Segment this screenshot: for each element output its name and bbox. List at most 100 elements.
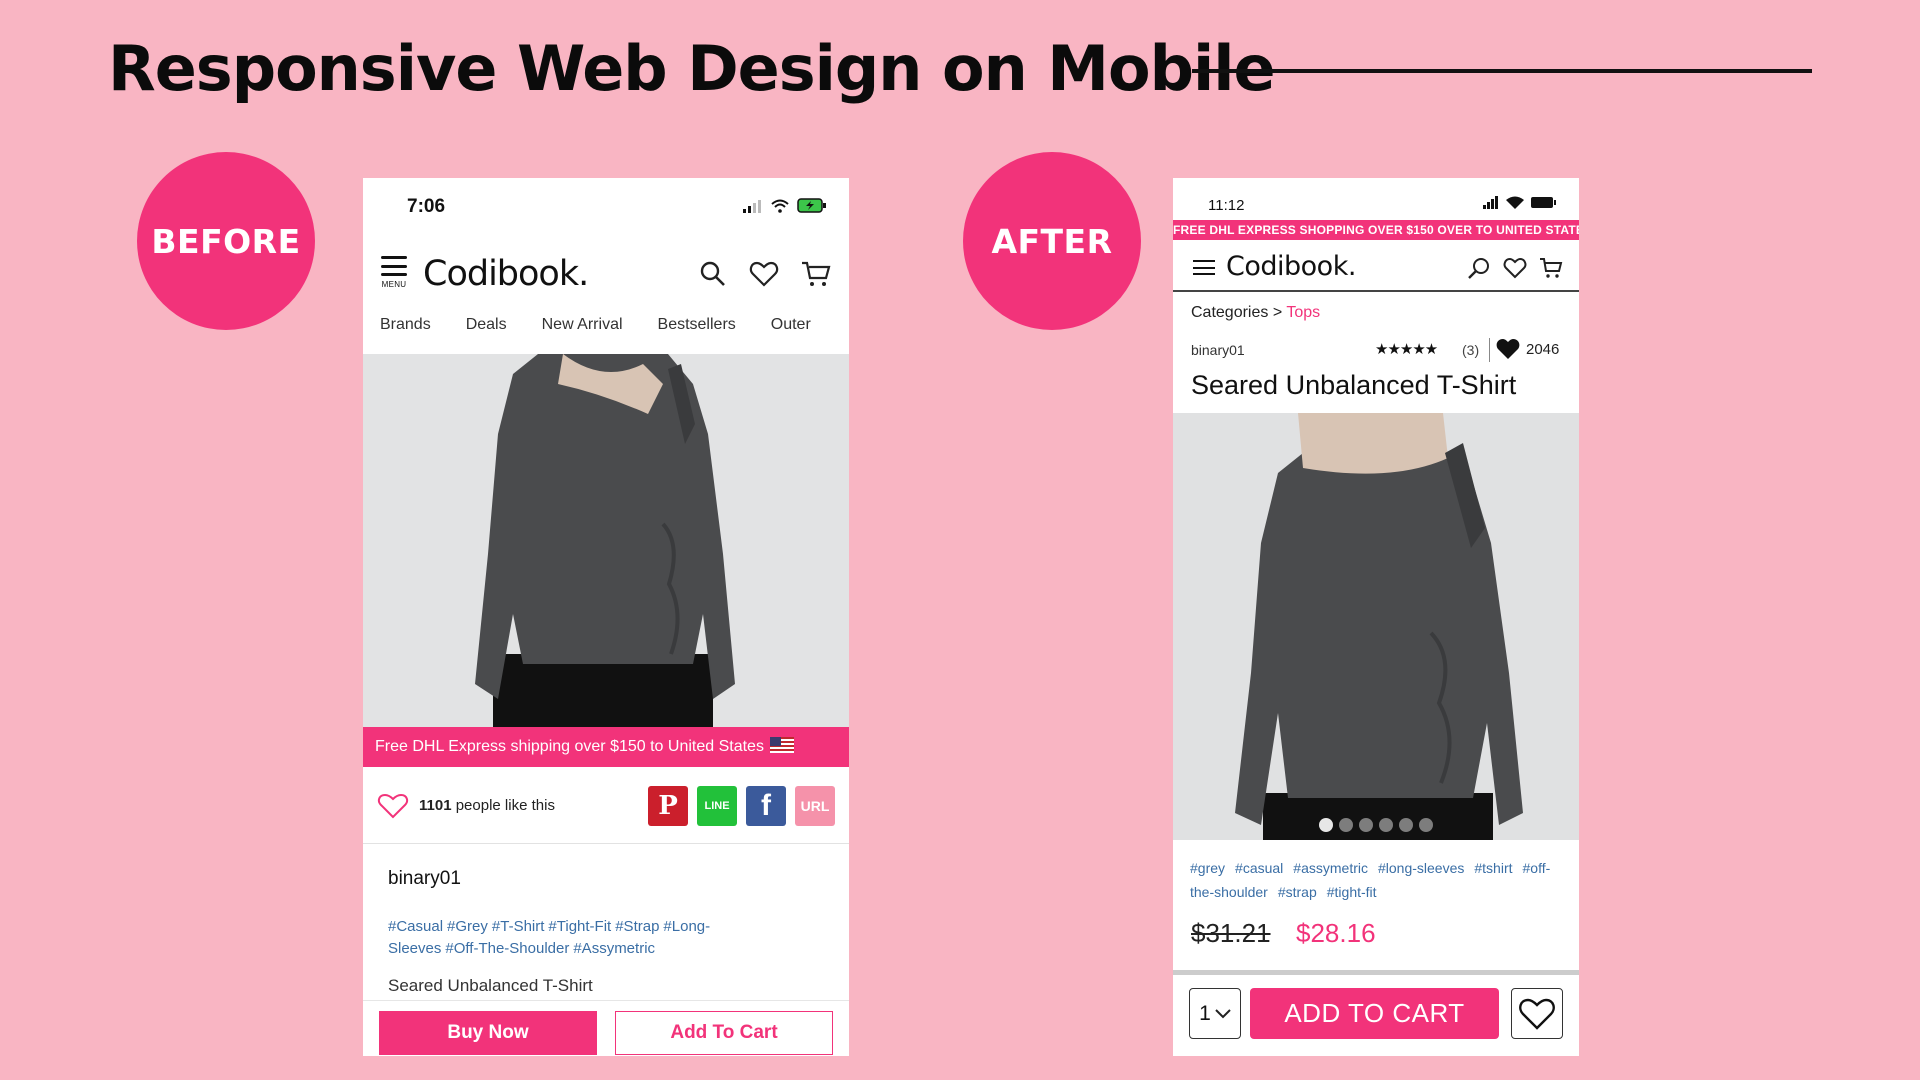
slide-title: Responsive Web Design on Mobile	[108, 32, 1276, 105]
product-title: Seared Unbalanced T-Shirt	[1191, 370, 1517, 400]
tag-link[interactable]: #Off-The-Shoulder	[445, 940, 569, 957]
status-bar: 11:12	[1173, 178, 1579, 222]
tag-link[interactable]: #Casual	[388, 918, 443, 935]
search-icon[interactable]	[699, 260, 727, 288]
carousel-dot[interactable]	[1359, 818, 1373, 832]
rating-count[interactable]: (3)	[1462, 342, 1479, 358]
wishlist-button[interactable]	[1511, 988, 1563, 1039]
nav-item-brands[interactable]: Brands	[363, 316, 449, 354]
carousel-dot[interactable]	[1399, 818, 1413, 832]
header-actions	[1467, 256, 1563, 280]
nav-item-deals[interactable]: Deals	[449, 316, 525, 354]
rating-stars: ★★★★★	[1375, 341, 1438, 358]
tag-link[interactable]: #strap	[1278, 884, 1317, 900]
cart-icon[interactable]	[801, 260, 831, 288]
tag-link[interactable]: #T-Shirt	[492, 918, 545, 935]
original-price: $31.21	[1191, 918, 1271, 948]
tag-list: #Casual #Grey #T-Shirt #Tight-Fit #Strap #Lon…	[388, 916, 788, 960]
pinterest-share-button[interactable]: P	[648, 786, 688, 826]
breadcrumb-categories[interactable]: Categories	[1191, 304, 1268, 321]
category-nav: Brands Deals New Arrival Bestsellers Out…	[363, 316, 849, 354]
product-photo[interactable]	[363, 354, 849, 728]
hamburger-icon	[381, 256, 407, 276]
add-to-cart-button[interactable]: Add To Cart	[615, 1011, 833, 1055]
tag-link[interactable]: #long-sleeves	[1378, 860, 1464, 876]
like-count: 1101	[419, 797, 452, 814]
battery-charging-icon	[797, 198, 827, 213]
purchase-bar: Buy Now Add To Cart	[363, 1000, 849, 1056]
heart-filled-icon	[1496, 338, 1520, 360]
like-count-value: 2046	[1526, 340, 1560, 358]
tag-link[interactable]: #Tight-Fit	[548, 918, 611, 935]
sale-price: $28.16	[1296, 918, 1376, 948]
tag-link[interactable]: #tshirt	[1474, 860, 1512, 876]
status-time: 7:06	[407, 196, 446, 217]
tag-link[interactable]: #Assymetric	[573, 940, 655, 957]
tag-link[interactable]: #assymetric	[1293, 860, 1368, 876]
status-bar: 7:06	[363, 178, 849, 234]
tag-link[interactable]: #Strap	[615, 918, 659, 935]
chevron-down-icon	[1215, 1008, 1231, 1019]
product-photo-carousel[interactable]	[1173, 413, 1579, 840]
after-phone-screen: 11:12 FREE DHL EXPRESS SHOPPING OVER $15…	[1173, 178, 1579, 1056]
tag-link[interactable]: #Grey	[447, 918, 488, 935]
seller-name[interactable]: binary01	[1191, 342, 1245, 358]
like-share-row: 1101 people like this P LINE f URL	[363, 768, 849, 844]
heart-icon	[1518, 997, 1556, 1031]
nav-item-outer[interactable]: Outer	[754, 316, 829, 354]
tag-list: #grey #casual #assymetric #long-sleeves #tsh…	[1190, 856, 1570, 904]
tag-link[interactable]: #tight-fit	[1327, 884, 1377, 900]
divider	[1489, 338, 1490, 362]
nav-item-bestsellers[interactable]: Bestsellers	[641, 316, 754, 354]
facebook-share-button[interactable]: f	[746, 786, 786, 826]
like-count-text: 1101 people like this	[419, 797, 555, 814]
status-icons	[1483, 196, 1557, 209]
social-share-buttons: P LINE f URL	[648, 786, 835, 826]
seller-name[interactable]: binary01	[388, 868, 461, 890]
tag-link[interactable]: #casual	[1235, 860, 1283, 876]
wifi-icon	[1506, 196, 1524, 209]
carousel-dot[interactable]	[1419, 818, 1433, 832]
shipping-banner-text: Free DHL Express shipping over $150 to U…	[375, 738, 764, 755]
heart-icon[interactable]	[1503, 256, 1527, 280]
carousel-dot[interactable]	[1339, 818, 1353, 832]
us-flag-icon	[769, 737, 794, 753]
cart-icon[interactable]	[1539, 256, 1563, 280]
battery-icon	[1531, 196, 1557, 209]
breadcrumb-tops[interactable]: Tops	[1286, 304, 1320, 321]
header-actions	[699, 260, 831, 288]
heart-icon[interactable]	[749, 260, 779, 288]
site-header: Codibook.	[1173, 240, 1579, 292]
before-phone-screen: 7:06 MENU Codibook. Brands Deals New Arr…	[363, 178, 849, 1056]
search-icon[interactable]	[1467, 256, 1491, 280]
menu-label: MENU	[381, 280, 407, 289]
buy-now-button[interactable]: Buy Now	[379, 1011, 597, 1055]
shipping-banner: FREE DHL EXPRESS SHOPPING OVER $150 OVER…	[1173, 220, 1579, 240]
nav-item-new-arrival[interactable]: New Arrival	[525, 316, 641, 354]
title-rule	[1192, 69, 1812, 73]
status-icons	[743, 198, 827, 213]
signal-icon	[1483, 196, 1499, 209]
carousel-indicators	[1173, 818, 1579, 832]
carousel-dot[interactable]	[1379, 818, 1393, 832]
purchase-bar: 1 ADD TO CART	[1173, 970, 1579, 1056]
status-time: 11:12	[1208, 197, 1245, 214]
signal-icon	[743, 199, 763, 213]
menu-button[interactable]: MENU	[379, 256, 409, 289]
breadcrumb-separator: >	[1272, 304, 1283, 321]
tag-link[interactable]: #grey	[1190, 860, 1225, 876]
before-badge: BEFORE	[137, 152, 315, 330]
site-logo[interactable]: Codibook.	[1226, 251, 1356, 282]
site-header: MENU Codibook.	[363, 248, 849, 304]
add-to-cart-button[interactable]: ADD TO CART	[1250, 988, 1499, 1039]
breadcrumb: Categories > Tops	[1191, 304, 1320, 322]
like-heart-icon[interactable]	[377, 792, 409, 820]
quantity-select[interactable]: 1	[1189, 988, 1241, 1039]
wifi-icon	[771, 199, 789, 213]
like-count[interactable]: 2046	[1496, 338, 1559, 360]
site-logo[interactable]: Codibook.	[423, 254, 589, 294]
copy-url-button[interactable]: URL	[795, 786, 835, 826]
hamburger-icon[interactable]	[1193, 260, 1215, 275]
carousel-dot[interactable]	[1319, 818, 1333, 832]
line-share-button[interactable]: LINE	[697, 786, 737, 826]
